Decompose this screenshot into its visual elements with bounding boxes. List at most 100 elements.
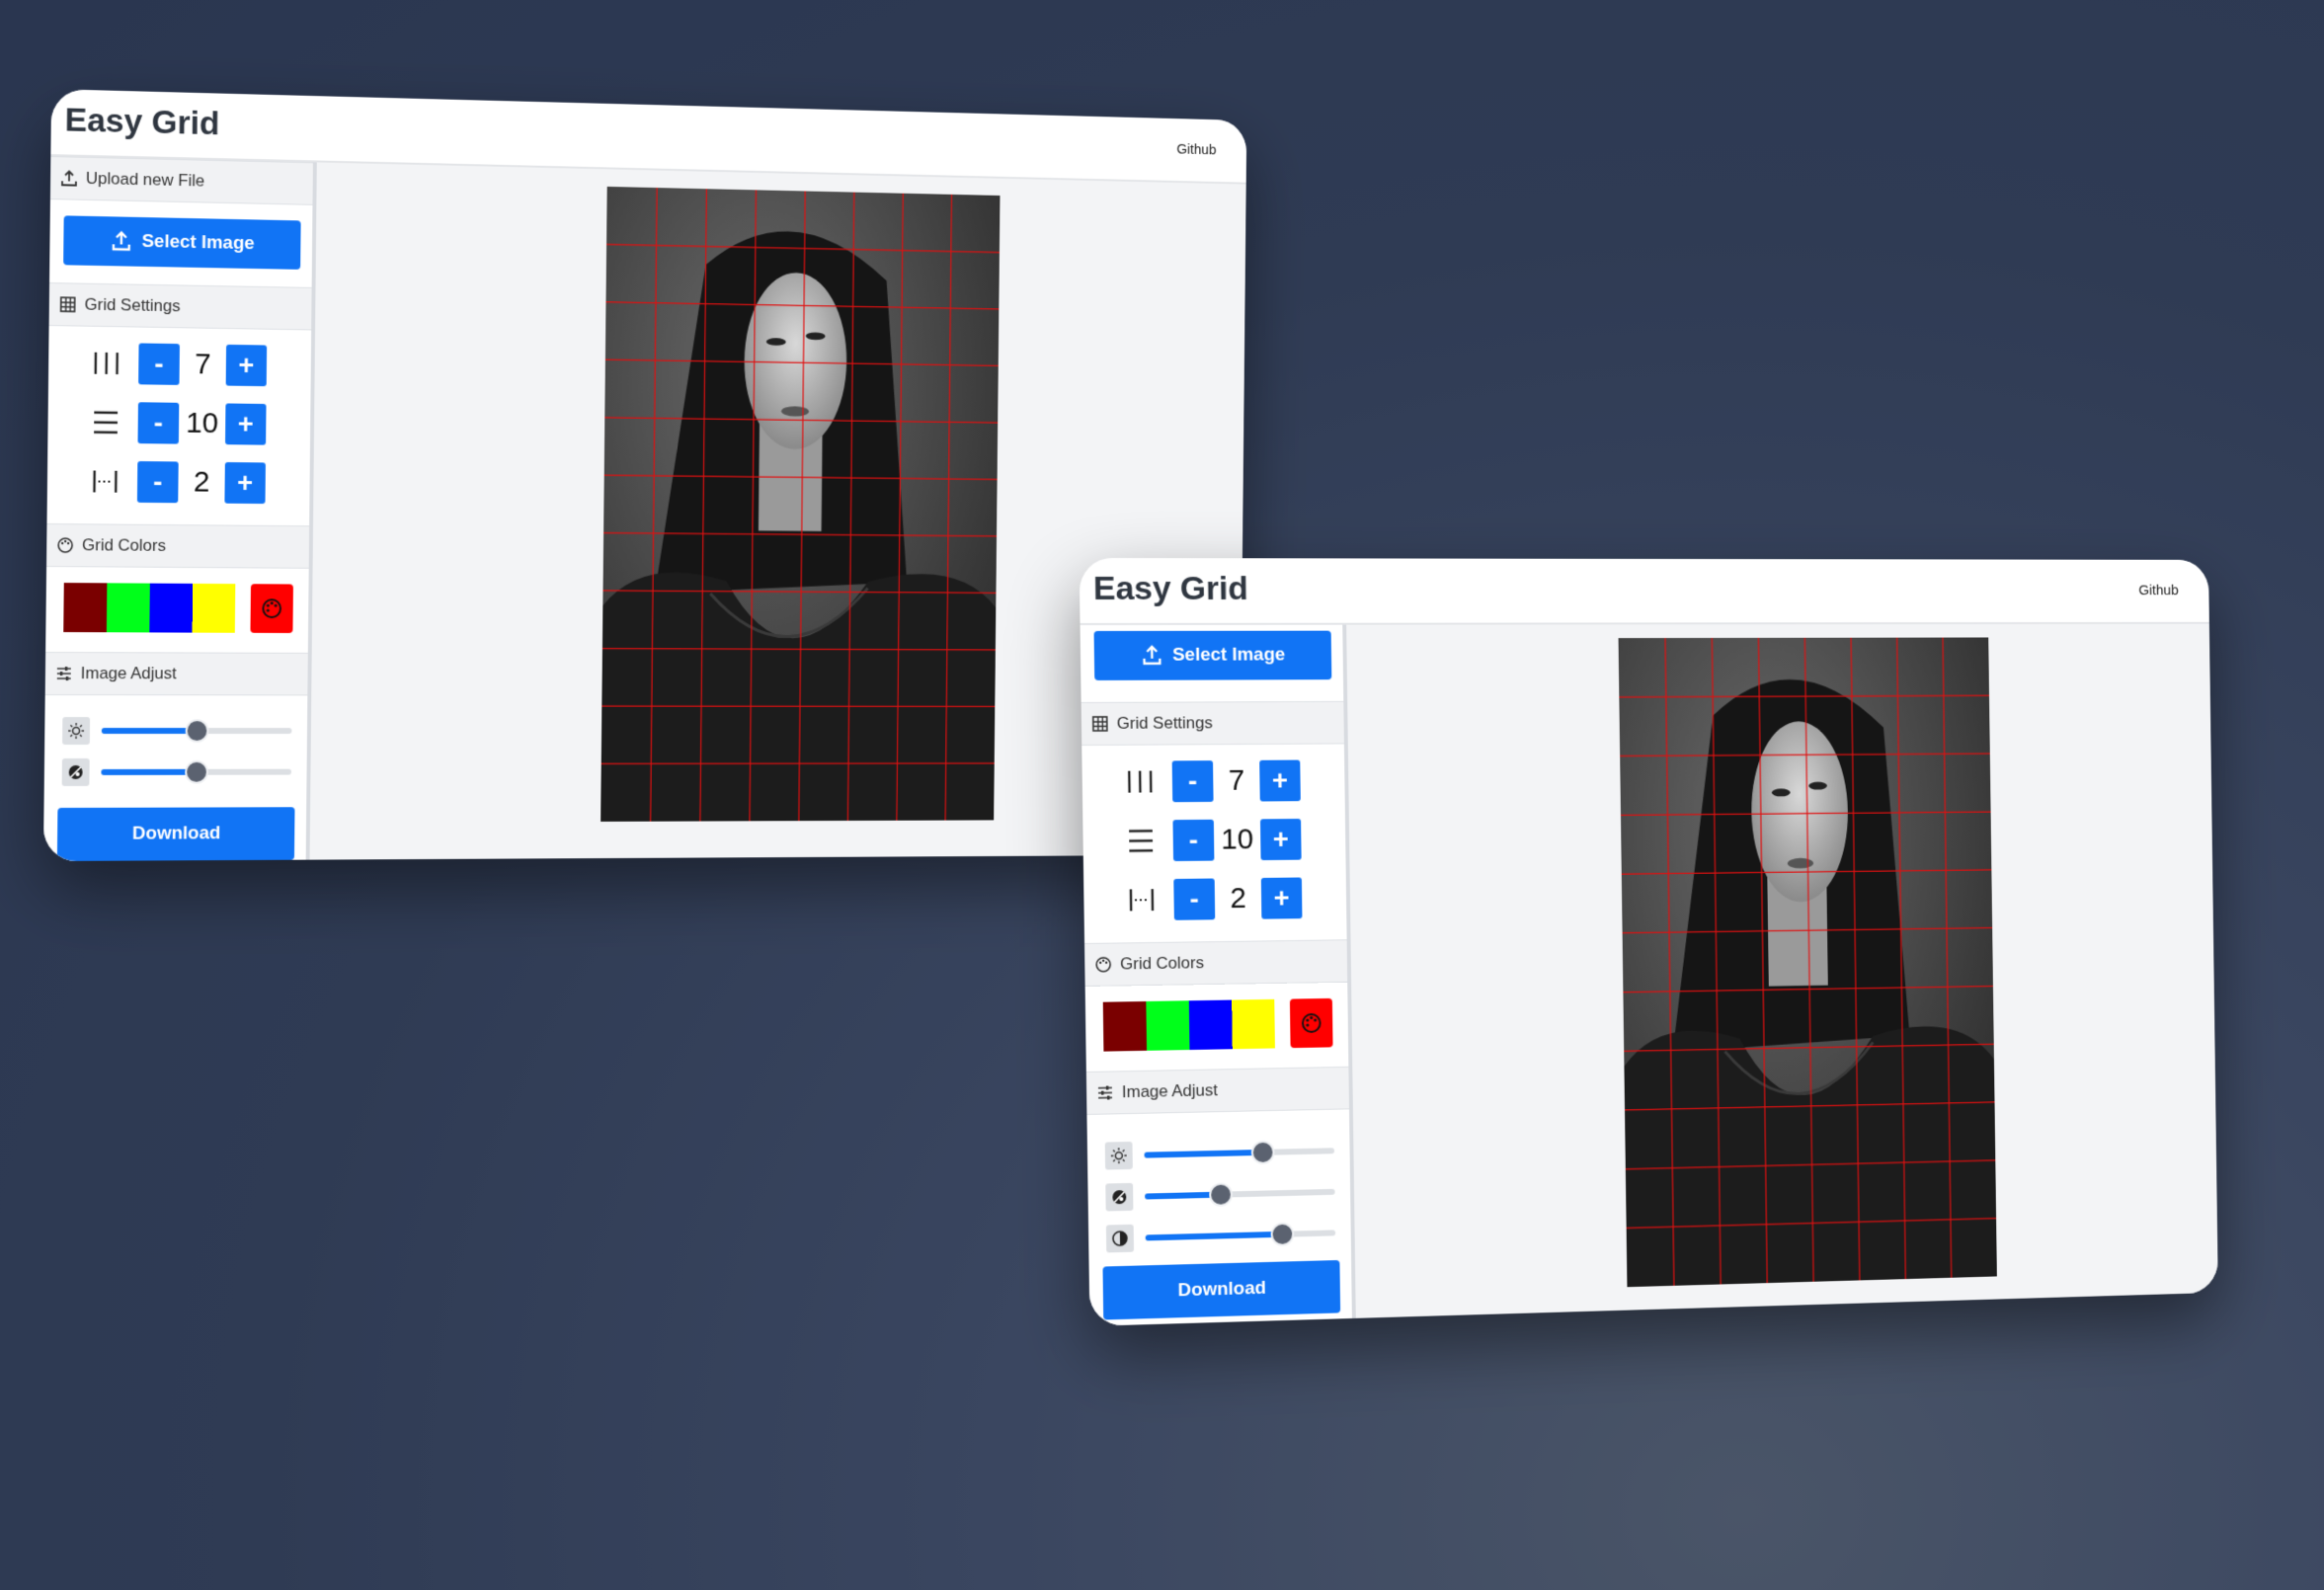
select-image-label: Select Image [141, 230, 255, 255]
color-picker-button[interactable] [250, 584, 293, 634]
sliders-icon [1096, 1083, 1114, 1101]
brightness-slider-thumb[interactable] [1252, 1142, 1273, 1163]
grid-colors-title: Grid Colors [81, 535, 167, 555]
line-width-value[interactable]: 2 [1214, 877, 1262, 920]
rows-icon [91, 409, 120, 437]
upload-icon [1141, 645, 1162, 667]
brightness-icon [67, 722, 85, 740]
rows-minus-button[interactable]: - [137, 402, 180, 444]
app-window-secondary: Easy Grid Github Select Image Grid Setti… [1079, 557, 2218, 1326]
columns-icon [1125, 767, 1155, 795]
line-width-plus-button[interactable]: + [224, 462, 266, 505]
contrast-slider-row [1105, 1220, 1336, 1253]
columns-icon [92, 350, 121, 377]
color-picker-button[interactable] [1289, 997, 1333, 1049]
rows-stepper: - 10 + [1122, 819, 1302, 862]
line-width-minus-button[interactable]: - [136, 461, 179, 504]
canvas-area [1346, 623, 2218, 1318]
color-swatch-green[interactable] [1146, 1000, 1190, 1051]
brightness-slider-row [1104, 1137, 1335, 1170]
palette-icon [1094, 956, 1112, 974]
saturation-icon [1110, 1188, 1128, 1206]
rows-stepper: - 10 + [87, 402, 267, 445]
rows-plus-button[interactable]: + [1259, 819, 1302, 861]
rows-minus-button[interactable]: - [1172, 819, 1215, 862]
select-image-label: Select Image [1171, 644, 1286, 666]
rows-icon [1126, 827, 1156, 854]
rows-plus-button[interactable]: + [225, 403, 267, 445]
grid-icon [1091, 715, 1109, 733]
color-swatch-dark-red[interactable] [1102, 1000, 1148, 1052]
line-width-plus-button[interactable]: + [1260, 877, 1303, 919]
line-width-value[interactable]: 2 [178, 461, 225, 504]
saturation-slider-thumb[interactable] [1211, 1184, 1232, 1205]
portrait-image [601, 186, 1001, 822]
columns-plus-button[interactable]: + [1259, 759, 1301, 802]
columns-plus-button[interactable]: + [225, 344, 268, 387]
grid-colors-title: Grid Colors [1119, 953, 1205, 974]
download-button[interactable]: Download [56, 807, 295, 861]
upload-icon [61, 170, 77, 187]
upload-section-header: Upload new File [49, 156, 313, 205]
app-title: Easy Grid [64, 101, 220, 143]
contrast-slider[interactable] [1145, 1224, 1336, 1244]
color-swatches [63, 583, 236, 633]
contrast-slider-thumb[interactable] [1272, 1224, 1293, 1244]
grid-colors-header: Grid Colors [46, 522, 310, 569]
grid-settings-header: Grid Settings [48, 282, 312, 331]
grid-icon [59, 296, 76, 313]
app-title: Easy Grid [1092, 569, 1248, 607]
app-window-primary: Easy Grid Github Upload new File Select … [42, 89, 1247, 862]
columns-value[interactable]: 7 [179, 344, 227, 386]
sidebar: Upload new File Select Image Grid Settin… [42, 156, 317, 862]
select-image-button[interactable]: Select Image [1093, 630, 1332, 680]
image-adjust-header: Image Adjust [1085, 1066, 1349, 1115]
columns-value[interactable]: 7 [1213, 759, 1260, 802]
saturation-slider-thumb[interactable] [187, 761, 206, 782]
rows-value[interactable]: 10 [178, 402, 226, 445]
brightness-slider[interactable] [101, 721, 292, 741]
saturation-slider[interactable] [1145, 1184, 1335, 1205]
brightness-slider-row [62, 717, 292, 746]
saturation-slider-row [1105, 1178, 1335, 1212]
download-button[interactable]: Download [1102, 1259, 1341, 1320]
line-width-stepper: - 2 + [1123, 877, 1303, 920]
color-swatch-yellow[interactable] [192, 583, 236, 633]
upload-icon [112, 231, 131, 252]
image-adjust-title: Image Adjust [80, 664, 177, 683]
top-bar: Easy Grid Github [1079, 557, 2209, 625]
github-link[interactable]: Github [2138, 583, 2178, 598]
columns-stepper: - 7 + [1121, 759, 1301, 803]
github-link[interactable]: Github [1176, 141, 1216, 158]
color-swatches [1102, 998, 1275, 1052]
brightness-slider[interactable] [1144, 1142, 1335, 1163]
image-adjust-title: Image Adjust [1121, 1080, 1219, 1102]
upload-section-title: Upload new File [85, 168, 205, 191]
color-swatch-blue[interactable] [149, 583, 194, 633]
palette-icon [260, 596, 283, 620]
grid-settings-title: Grid Settings [1116, 713, 1213, 733]
line-width-minus-button[interactable]: - [1173, 878, 1216, 920]
portrait-image [1618, 637, 1997, 1288]
line-width-stepper: - 2 + [86, 460, 266, 505]
grid-colors-header: Grid Colors [1084, 939, 1348, 987]
palette-icon [57, 537, 73, 554]
line-width-icon [90, 467, 120, 495]
line-width-icon [1127, 886, 1157, 914]
color-swatch-yellow[interactable] [1232, 998, 1275, 1050]
rows-value[interactable]: 10 [1213, 819, 1261, 861]
color-swatch-green[interactable] [106, 583, 150, 633]
saturation-slider[interactable] [101, 761, 292, 782]
saturation-slider-row [61, 757, 292, 786]
columns-minus-button[interactable]: - [138, 343, 180, 385]
columns-minus-button[interactable]: - [1171, 760, 1214, 803]
grid-settings-title: Grid Settings [84, 294, 181, 316]
brightness-slider-thumb[interactable] [187, 721, 207, 741]
sidebar: Select Image Grid Settings - 7 + - 10 + … [1080, 624, 1356, 1326]
brightness-icon [1110, 1147, 1128, 1164]
color-swatch-blue[interactable] [1188, 999, 1233, 1051]
color-swatch-dark-red[interactable] [63, 583, 108, 633]
saturation-icon [67, 763, 85, 781]
columns-stepper: - 7 + [88, 343, 268, 387]
select-image-button[interactable]: Select Image [63, 215, 301, 270]
